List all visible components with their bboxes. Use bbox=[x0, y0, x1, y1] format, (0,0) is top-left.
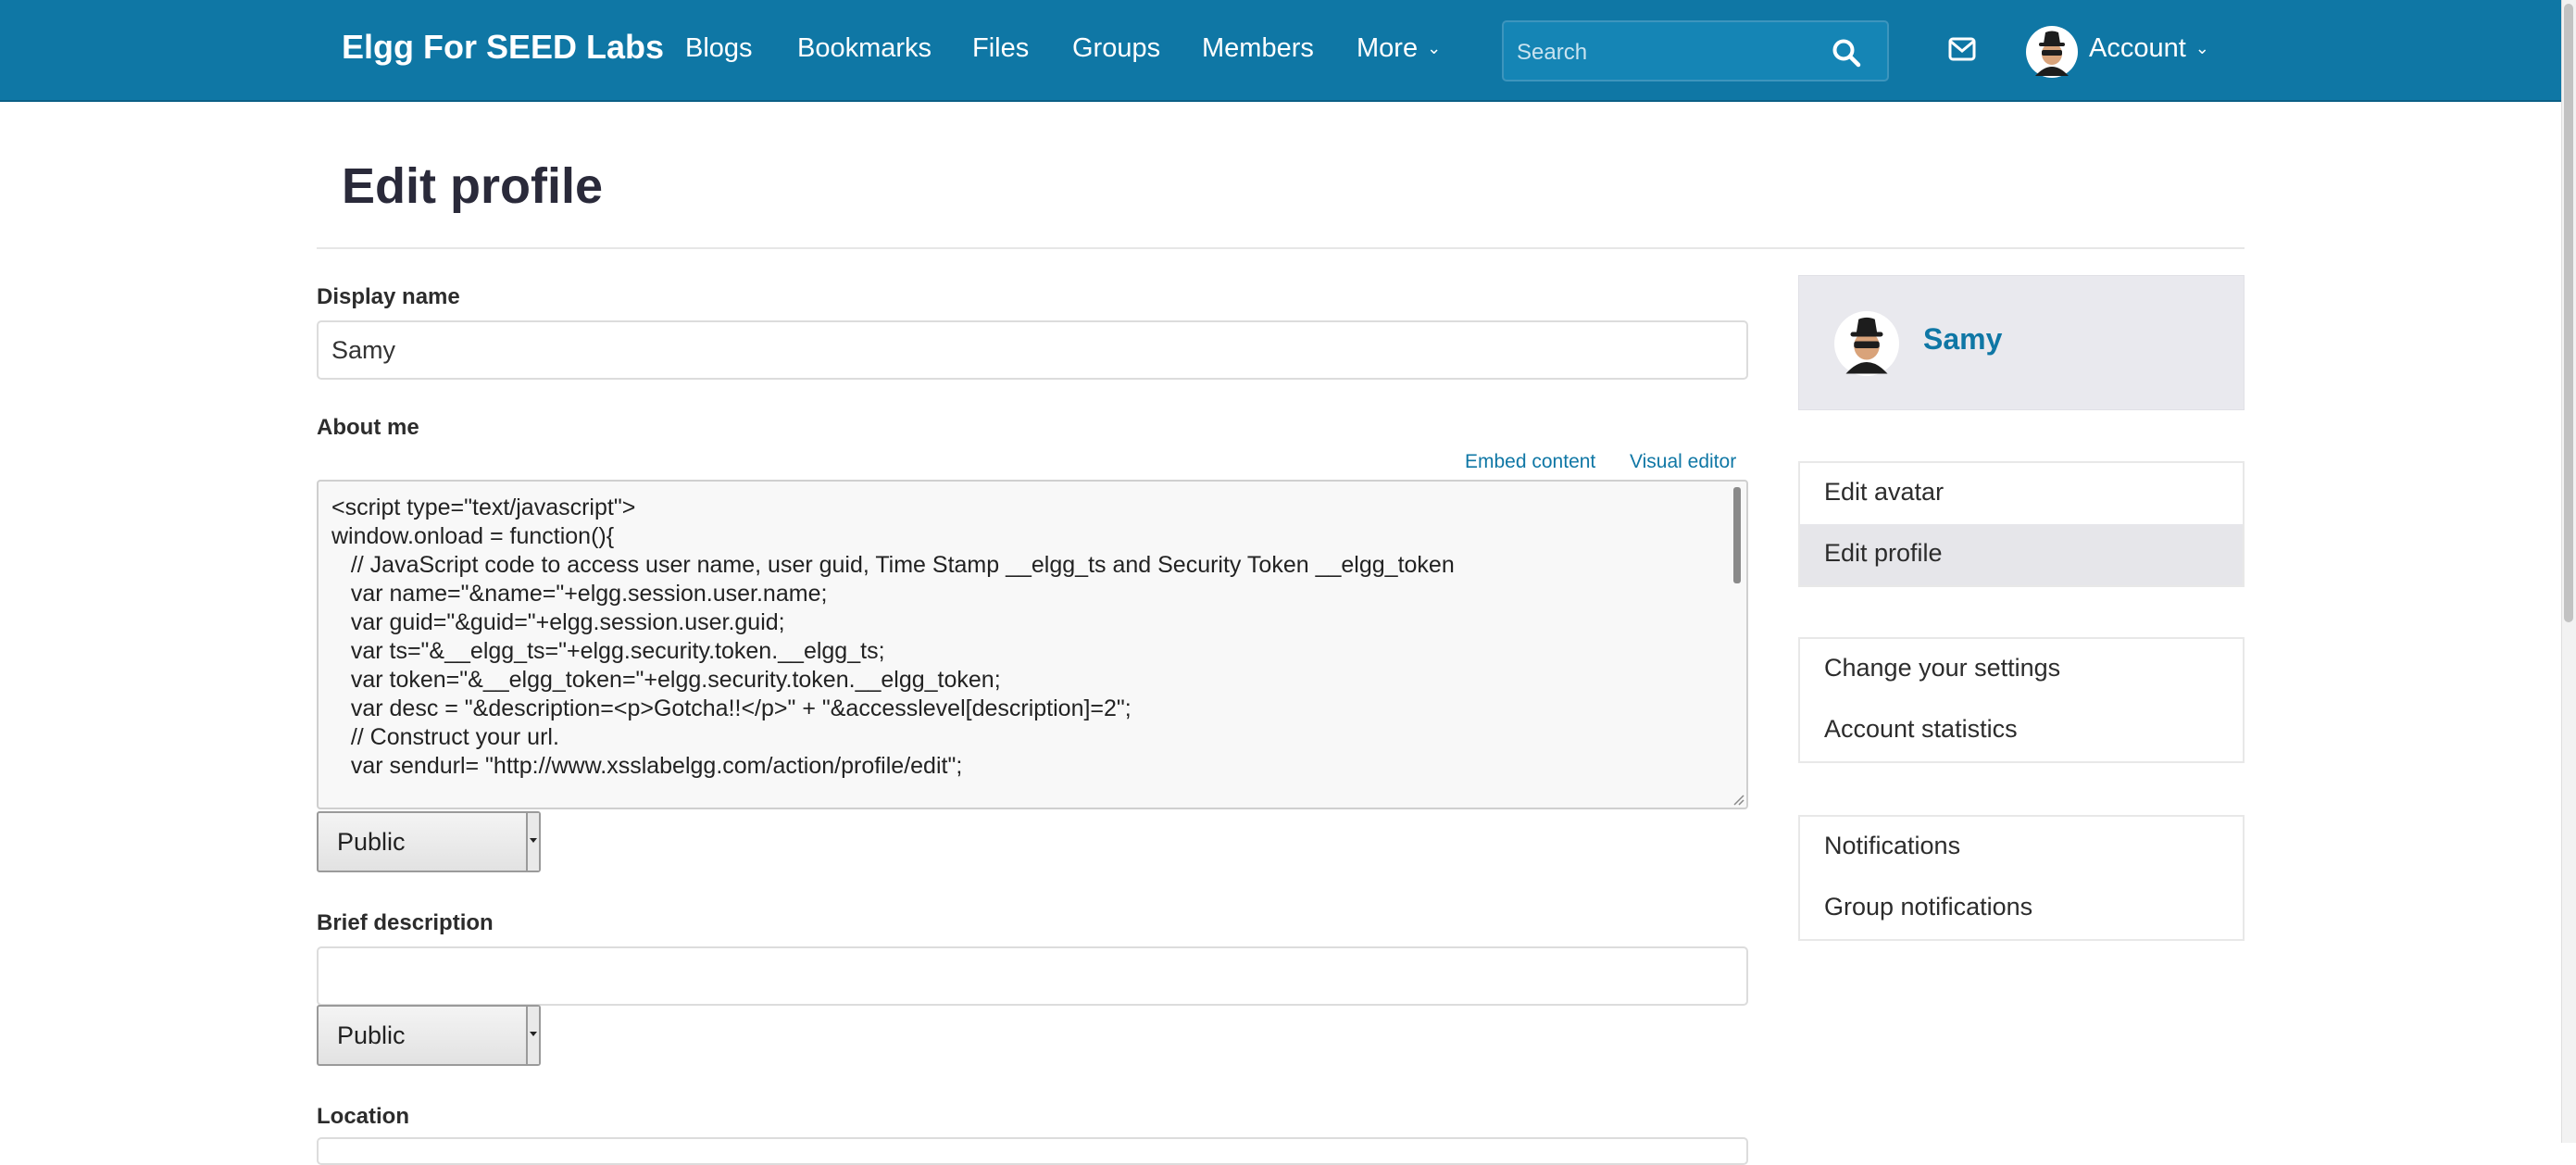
about-me-label: About me bbox=[317, 415, 419, 440]
account-avatar[interactable] bbox=[2026, 26, 2078, 78]
chevron-down-icon: ⌄ bbox=[1427, 39, 1442, 57]
menu-item-account-statistics[interactable]: Account statistics bbox=[1800, 700, 2243, 761]
settings-menu: Change your settings Account statistics bbox=[1798, 637, 2245, 763]
search-box bbox=[1502, 20, 1889, 81]
nav-more-label: More bbox=[1357, 33, 1419, 63]
resize-handle-icon[interactable] bbox=[1732, 793, 1744, 806]
about-me-access-select[interactable]: Public bbox=[317, 811, 541, 872]
owner-name-link[interactable]: Samy bbox=[1923, 322, 2002, 357]
select-arrow-icon bbox=[526, 1007, 539, 1064]
title-divider bbox=[317, 247, 2245, 249]
nav-item-groups[interactable]: Groups bbox=[1072, 33, 1160, 64]
nav-item-bookmarks[interactable]: Bookmarks bbox=[797, 33, 932, 64]
code-line: <script type="text/javascript"> bbox=[331, 495, 636, 520]
page-title: Edit profile bbox=[342, 158, 603, 214]
code-line: var desc = "&description=<p>Gotcha!!</p>… bbox=[331, 695, 1132, 721]
chevron-down-icon: ⌄ bbox=[2195, 39, 2209, 57]
menu-item-group-notifications[interactable]: Group notifications bbox=[1800, 878, 2243, 939]
code-line: // JavaScript code to access user name, … bbox=[331, 552, 1455, 578]
account-menu[interactable]: Account ⌄ bbox=[2089, 33, 2209, 64]
select-value: Public bbox=[337, 828, 406, 856]
location-field[interactable] bbox=[317, 1137, 1748, 1165]
menu-item-label: Account statistics bbox=[1824, 715, 2018, 743]
messages-envelope-icon[interactable] bbox=[1948, 37, 1976, 61]
select-arrow-icon bbox=[526, 813, 539, 871]
menu-item-edit-avatar[interactable]: Edit avatar bbox=[1800, 463, 2243, 524]
menu-item-label: Edit avatar bbox=[1824, 478, 1945, 506]
code-line: var token="&__elgg_token="+elgg.security… bbox=[331, 667, 1001, 693]
search-icon[interactable] bbox=[1832, 38, 1861, 68]
location-label: Location bbox=[317, 1104, 409, 1129]
brief-description-field[interactable] bbox=[317, 946, 1748, 1006]
profile-menu: Edit avatar Edit profile bbox=[1798, 461, 2245, 587]
nav-item-blogs[interactable]: Blogs bbox=[685, 33, 753, 64]
menu-item-change-settings[interactable]: Change your settings bbox=[1800, 639, 2243, 700]
brief-description-label: Brief description bbox=[317, 910, 494, 935]
code-line: var ts="&__elgg_ts="+elgg.security.token… bbox=[331, 638, 885, 664]
select-value: Public bbox=[337, 1021, 406, 1049]
owner-avatar[interactable] bbox=[1834, 311, 1899, 376]
embed-content-link[interactable]: Embed content bbox=[1465, 451, 1595, 473]
about-me-textarea[interactable]: <script type="text/javascript"> window.o… bbox=[317, 480, 1748, 809]
visual-editor-link[interactable]: Visual editor bbox=[1630, 451, 1736, 473]
top-navigation-bar: Elgg For SEED Labs Blogs Bookmarks Files… bbox=[0, 0, 2561, 102]
account-label: Account bbox=[2089, 33, 2186, 63]
site-brand-link[interactable]: Elgg For SEED Labs bbox=[342, 28, 664, 67]
code-line: var sendurl= "http://www.xsslabelgg.com/… bbox=[331, 753, 963, 779]
menu-item-label: Group notifications bbox=[1824, 893, 2033, 921]
page-scrollbar-thumb[interactable] bbox=[2564, 4, 2573, 622]
display-name-field[interactable] bbox=[317, 320, 1748, 380]
code-line: var guid="&guid="+elgg.session.user.guid… bbox=[331, 609, 785, 635]
menu-item-edit-profile[interactable]: Edit profile bbox=[1800, 524, 2243, 585]
display-name-label: Display name bbox=[317, 284, 460, 309]
code-line: var name="&name="+elgg.session.user.name… bbox=[331, 581, 828, 607]
search-input[interactable] bbox=[1515, 31, 1824, 74]
menu-item-label: Change your settings bbox=[1824, 654, 2061, 682]
menu-item-notifications[interactable]: Notifications bbox=[1800, 817, 2243, 878]
nav-item-members[interactable]: Members bbox=[1202, 33, 1314, 64]
nav-item-files[interactable]: Files bbox=[972, 33, 1029, 64]
code-line: window.onload = function(){ bbox=[331, 523, 615, 549]
menu-item-label: Notifications bbox=[1824, 832, 1961, 859]
notifications-menu: Notifications Group notifications bbox=[1798, 815, 2245, 941]
textarea-scrollbar[interactable] bbox=[1733, 487, 1741, 583]
menu-item-label: Edit profile bbox=[1824, 539, 1943, 567]
nav-item-more[interactable]: More ⌄ bbox=[1357, 33, 1441, 64]
code-line: // Construct your url. bbox=[331, 724, 559, 750]
brief-description-access-select[interactable]: Public bbox=[317, 1005, 541, 1066]
profile-owner-block: Samy bbox=[1798, 275, 2245, 410]
